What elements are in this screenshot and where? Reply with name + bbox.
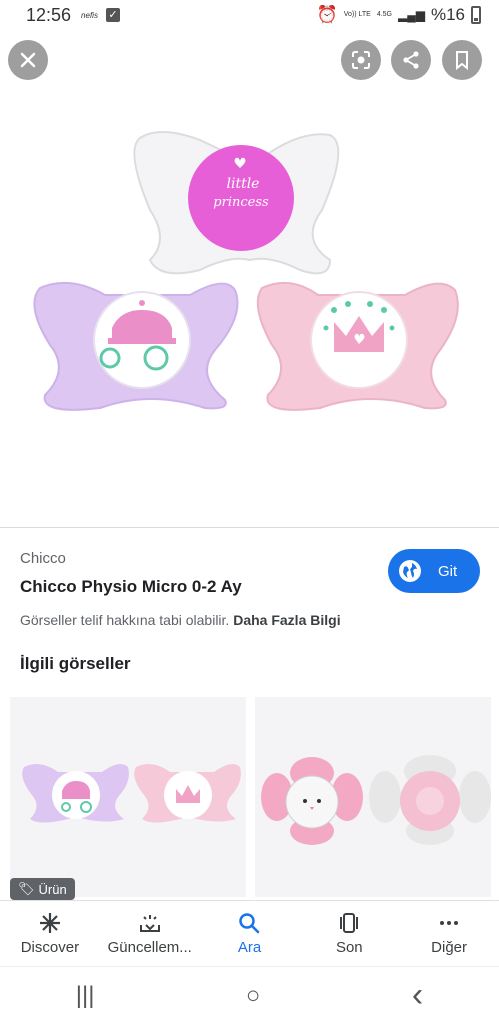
lens-button[interactable] <box>341 40 381 80</box>
globe-icon <box>399 560 421 582</box>
search-icon <box>239 913 260 934</box>
product-badge-label: Ürün <box>38 881 67 897</box>
nav-recent[interactable]: Son <box>299 901 399 966</box>
pacifier-pink <box>256 281 459 411</box>
nav-discover[interactable]: Discover <box>0 901 100 966</box>
back-button[interactable]: ‹ <box>412 976 423 1015</box>
battery-text: %16 <box>430 5 465 24</box>
asterisk-icon <box>39 913 60 933</box>
product-badge: 🏷 Ürün <box>10 878 75 900</box>
pacifier-image[interactable]: little princess <box>0 90 499 510</box>
thumb-pacifiers-image <box>10 697 246 897</box>
nav-discover-label: Discover <box>20 939 80 956</box>
related-heading: İlgili görseller <box>20 654 131 673</box>
status-nefis: nefis <box>81 10 98 20</box>
bookmark-icon <box>456 51 468 70</box>
share-button[interactable] <box>391 40 431 80</box>
volte-indicator: Vo)) LTE <box>343 11 371 18</box>
recents-button[interactable]: ||| <box>76 982 95 1010</box>
nav-updates[interactable]: Güncellem... <box>100 901 200 966</box>
pacifier-clear: little princess <box>133 130 340 275</box>
tag-icon: 🏷 <box>18 881 35 896</box>
bottom-nav: Discover Güncellem... Ara Son Diğer <box>0 900 499 966</box>
close-icon <box>20 52 36 68</box>
status-right: ⏰ Vo)) LTE 4.5G ▂▄▆ %16 <box>317 5 481 25</box>
network-indicator: 4.5G <box>376 11 392 18</box>
result-title[interactable]: Chicco Physio Micro 0-2 Ay <box>20 577 242 597</box>
alarm-icon: ⏰ <box>316 5 338 24</box>
signal-icon: ▂▄▆ <box>398 8 425 22</box>
nav-more[interactable]: Diğer <box>399 901 499 966</box>
nav-search[interactable]: Ara <box>200 901 300 966</box>
status-bar: 12:56 nefis ✓ ⏰ Vo)) LTE 4.5G ▂▄▆ %16 <box>0 0 499 30</box>
divider <box>0 527 499 528</box>
status-time: 12:56 <box>26 4 72 25</box>
result-source[interactable]: Chicco <box>20 550 66 567</box>
princess-text: princess <box>213 195 269 210</box>
related-thumbnail-1[interactable] <box>10 697 246 897</box>
system-nav-bar: ||| ○ ‹ <box>0 966 499 1024</box>
copyright-notice: Görseller telif hakkına tabi olabilir. D… <box>20 612 341 628</box>
nav-updates-label: Güncellem... <box>107 939 192 956</box>
little-text: little <box>227 176 260 192</box>
recent-icon <box>340 913 359 933</box>
more-info-link[interactable]: Daha Fazla Bilgi <box>233 612 340 628</box>
go-button[interactable]: Git <box>388 549 480 593</box>
battery-icon <box>471 6 481 24</box>
notification-check-icon: ✓ <box>105 8 120 22</box>
go-button-label: Git <box>438 562 458 580</box>
share-icon <box>403 51 419 69</box>
updates-icon <box>139 915 160 932</box>
nav-recent-label: Son <box>335 939 363 956</box>
close-button[interactable] <box>8 40 48 80</box>
thumb-pacifiers-image-2 <box>255 697 491 897</box>
related-thumbnail-2[interactable] <box>255 697 491 897</box>
nav-search-label: Ara <box>237 939 262 956</box>
home-button[interactable]: ○ <box>246 982 261 1010</box>
bookmark-button[interactable] <box>442 40 482 80</box>
pacifier-lilac <box>33 281 239 411</box>
copyright-text: Görseller telif hakkına tabi olabilir. <box>20 612 230 628</box>
nav-more-label: Diğer <box>431 939 468 956</box>
lens-icon <box>352 51 370 69</box>
more-icon <box>440 921 459 925</box>
